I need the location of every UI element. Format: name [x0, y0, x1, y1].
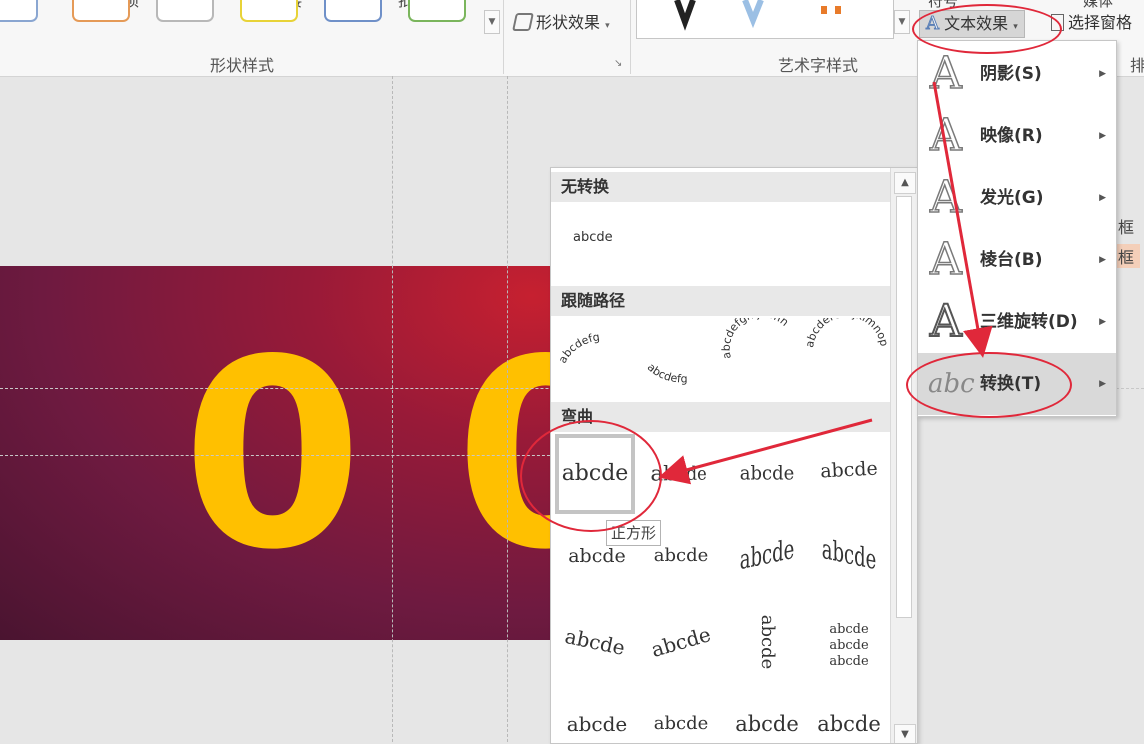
submenu-arrow-icon: ▶: [1099, 131, 1106, 141]
path-arch-up-option[interactable]: abcdefg: [556, 330, 601, 365]
wordart-samples-icon: [674, 0, 841, 31]
warp-chevron-option[interactable]: abcde: [807, 438, 890, 502]
group-label-wordart-styles: 艺术字样式: [778, 56, 859, 75]
warp-double-wave-option[interactable]: abcde: [641, 694, 721, 743]
shape-style-swatch[interactable]: [408, 0, 466, 22]
warp-deflate-option[interactable]: abcde: [809, 694, 889, 743]
submenu-arrow-icon: ▶: [1099, 69, 1106, 79]
menu-item-reflection[interactable]: A 映像(R) ▶: [918, 105, 1116, 167]
scroll-up-icon[interactable]: ▲: [894, 172, 916, 194]
warp-arch-up-option[interactable]: abcde: [727, 503, 807, 610]
menu-item-bevel[interactable]: A 棱台(B) ▶: [918, 229, 1116, 291]
group-label-arrange: 排: [1130, 56, 1144, 75]
gallery-scrollbar[interactable]: ▲ ▼: [890, 168, 917, 743]
warp-pour-option[interactable]: abcde: [737, 602, 797, 682]
warp-circle-option[interactable]: abcde: [551, 604, 640, 679]
submenu-arrow-icon: ▶: [1099, 255, 1106, 265]
glow-icon: A: [929, 171, 962, 224]
warp-arch-down-option[interactable]: abcde: [809, 503, 889, 610]
reflection-icon: A: [929, 109, 962, 162]
path-button-option[interactable]: abcdefGhijklmnop: [803, 318, 891, 349]
menu-item-shadow[interactable]: A 阴影(S) ▶: [918, 43, 1116, 105]
wordart-style-gallery[interactable]: [636, 0, 894, 39]
warp-stack-line: abcde: [829, 654, 869, 669]
shape-style-swatch[interactable]: [324, 0, 382, 22]
warp-stack-line: abcde: [829, 622, 869, 637]
path-arch-down-option[interactable]: abcdefg: [645, 361, 688, 386]
smart-guide-horizontal: [0, 455, 560, 456]
wordart-gallery-more-icon[interactable]: ▼: [894, 10, 910, 34]
shape-style-swatch[interactable]: [156, 0, 214, 22]
group-label-shape-styles: 形状样式: [210, 56, 275, 75]
submenu-arrow-icon: ▶: [1099, 193, 1106, 203]
smart-guide-vertical: [392, 76, 393, 742]
side-panel-text: 框: [1118, 218, 1135, 237]
menu-item-glow[interactable]: A 发光(G) ▶: [918, 167, 1116, 229]
menu-item-label: 映像(R): [980, 126, 1043, 146]
ribbon-separator: [630, 0, 631, 74]
selection-pane-label: 选择窗格: [1068, 13, 1133, 32]
section-header-follow-path: 跟随路径: [551, 286, 899, 316]
follow-path-options[interactable]: abcdefg abcdefg abcdefghijklmn abcdefGhi…: [551, 318, 891, 398]
shape-style-swatch[interactable]: [72, 0, 130, 22]
menu-item-label: 棱台(B): [980, 250, 1043, 270]
menu-item-label: 发光(G): [980, 188, 1044, 208]
scroll-down-icon[interactable]: ▼: [894, 724, 916, 743]
dropdown-arrow-icon: ▾: [605, 21, 610, 31]
bevel-icon: A: [929, 233, 962, 286]
shape-style-swatch[interactable]: [240, 0, 298, 22]
submenu-arrow-icon: ▶: [1099, 317, 1106, 327]
slide-digit[interactable]: 0: [182, 326, 363, 586]
annotation-ellipse: [520, 420, 662, 532]
warp-wave-option[interactable]: abcde: [557, 694, 637, 743]
shadow-icon: A: [929, 47, 962, 100]
shape-effects-button[interactable]: 形状效果 ▾: [508, 10, 616, 36]
annotation-ellipse: [906, 352, 1072, 418]
submenu-arrow-icon: ▶: [1099, 379, 1106, 389]
warp-inflate-option[interactable]: abcde: [727, 694, 807, 743]
shape-effects-icon: [512, 13, 534, 31]
warp-stack-line: abcde: [829, 638, 869, 653]
menu-item-label: 三维旋转(D): [980, 312, 1078, 332]
menu-item-3d-rotation[interactable]: A 三维旋转(D) ▶: [918, 291, 1116, 353]
3d-rotation-icon: A: [929, 295, 963, 348]
dialog-launcher-icon[interactable]: ↘: [614, 58, 622, 69]
shape-style-swatch[interactable]: [0, 0, 38, 22]
warp-stack-option[interactable]: abcde abcde abcde: [809, 612, 889, 672]
path-circle-option[interactable]: abcdefghijklmn: [720, 318, 791, 360]
smart-guide-vertical: [507, 76, 508, 742]
warp-triangle-down-option[interactable]: abcde: [727, 441, 807, 507]
section-header-no-transform: 无转换: [551, 172, 899, 202]
scroll-thumb[interactable]: [896, 196, 912, 618]
shape-gallery-more-icon[interactable]: ▼: [484, 10, 500, 34]
ribbon-separator: [503, 0, 504, 74]
annotation-ellipse: [912, 4, 1062, 54]
no-transform-option[interactable]: abcde: [573, 230, 613, 245]
slide-title-shape[interactable]: 0 0: [0, 266, 560, 640]
shape-effects-label: 形状效果: [536, 13, 601, 32]
warp-button-option[interactable]: abcde: [634, 602, 727, 682]
